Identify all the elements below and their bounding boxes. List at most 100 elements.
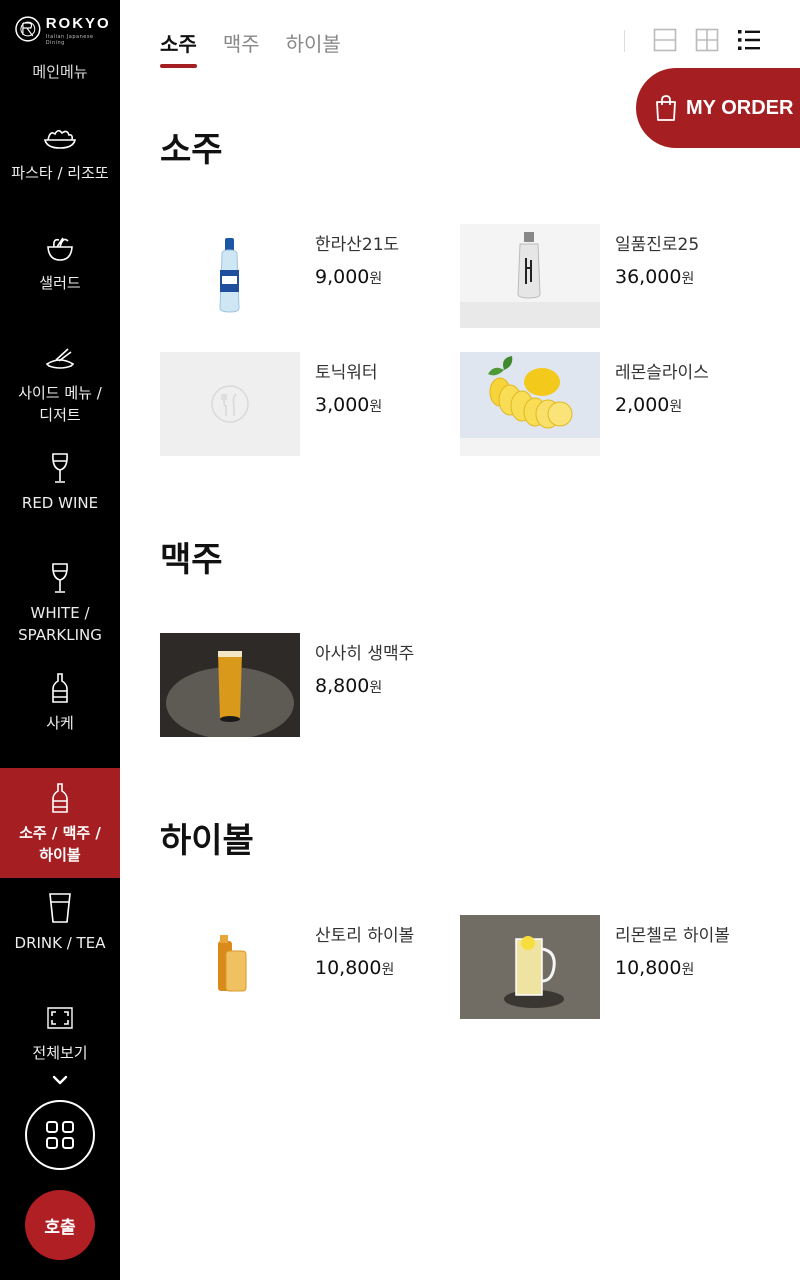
tab-soju[interactable]: 소주 bbox=[160, 28, 197, 68]
sidebar-item-white-sparkling[interactable]: WHITE / SPARKLING bbox=[0, 548, 120, 658]
sidebar-item-label: 전체보기 bbox=[32, 1044, 88, 1062]
menu-item-tonic-water[interactable]: 토닉워터 3,000원 bbox=[160, 352, 460, 456]
item-name: 토닉워터 bbox=[315, 363, 378, 383]
price-value: 3,000 bbox=[315, 394, 370, 416]
menu-item-lemon-slice[interactable]: 레몬슬라이스 2,000원 bbox=[460, 352, 760, 456]
soju-bottle-icon bbox=[42, 780, 78, 816]
soju-bottle-photo bbox=[219, 238, 240, 313]
price-value: 36,000 bbox=[615, 266, 682, 288]
item-name: 산토리 하이볼 bbox=[315, 926, 415, 946]
price-unit: 원 bbox=[369, 271, 383, 287]
menu-item-asahi-draft[interactable]: 아사히 생맥주 8,800원 bbox=[160, 633, 460, 737]
section-title: 소주 bbox=[160, 130, 223, 170]
sidebar-item-salad[interactable]: 샐러드 bbox=[0, 218, 120, 328]
price-unit: 원 bbox=[681, 271, 695, 287]
item-photo bbox=[160, 633, 300, 737]
grid-icon bbox=[46, 1121, 74, 1149]
beer-glass-photo bbox=[160, 633, 300, 737]
price-unit: 원 bbox=[369, 399, 383, 415]
sidebar-item-label: 사케 bbox=[46, 714, 74, 732]
sidebar: ROKYO Italian Japanese Dining 메인메뉴 파스타 /… bbox=[0, 0, 120, 1280]
cup-icon bbox=[42, 890, 78, 926]
category-tabs: 소주 맥주 하이볼 bbox=[160, 28, 341, 68]
sidebar-item-sake[interactable]: 사케 bbox=[0, 658, 120, 768]
item-photo bbox=[460, 352, 600, 456]
sidebar-item-label: 파스타 / 리조또 bbox=[11, 164, 109, 182]
price-value: 10,800 bbox=[615, 957, 682, 979]
single-column-view-icon[interactable] bbox=[653, 28, 677, 52]
brand-name: ROKYO bbox=[45, 14, 111, 32]
price-unit: 원 bbox=[681, 962, 695, 978]
price-unit: 원 bbox=[381, 962, 395, 978]
sidebar-item-label: 메인메뉴 bbox=[32, 63, 88, 81]
section-highball: 하이볼 산토리 하이볼 10,800원 리몬첼로 하이볼 10,800원 bbox=[160, 816, 780, 1019]
item-price: 9,000원 bbox=[315, 266, 399, 288]
wine-glass-icon bbox=[42, 450, 78, 486]
section-title: 하이볼 bbox=[160, 821, 254, 861]
tab-highball[interactable]: 하이볼 bbox=[286, 28, 341, 68]
sidebar-item-side[interactable]: 사이드 메뉴 / 디저트 bbox=[0, 328, 120, 438]
sake-bottle-icon bbox=[42, 670, 78, 706]
my-order-label: MY ORDER bbox=[686, 96, 794, 119]
sidebar-item-label: 샐러드 bbox=[39, 274, 81, 292]
item-price: 2,000원 bbox=[615, 394, 709, 416]
item-photo bbox=[160, 352, 300, 456]
chevron-down-icon[interactable] bbox=[48, 1068, 72, 1092]
section-soju: 소주 한라산21도 9,000원 일품진로25 36,000원 토닉워터 3,0… bbox=[160, 125, 780, 456]
sidebar-item-label: DRINK / TEA bbox=[14, 934, 106, 952]
item-price: 10,800원 bbox=[615, 957, 730, 979]
call-staff-button[interactable]: 호출 bbox=[25, 1190, 95, 1260]
menu-item-limoncello-highball[interactable]: 리몬첼로 하이볼 10,800원 bbox=[460, 915, 760, 1019]
placeholder-dish-icon bbox=[211, 385, 249, 423]
item-name: 레몬슬라이스 bbox=[615, 363, 709, 383]
sidebar-nav: 파스타 / 리조또 샐러드 사이드 메뉴 / 디저트 RED WINE WHIT… bbox=[0, 108, 120, 1098]
highball-mug-photo bbox=[460, 915, 600, 1019]
grid-view-icon[interactable] bbox=[695, 28, 719, 52]
sidebar-item-label: 소주 / 맥주 / 하이볼 bbox=[19, 824, 101, 864]
sidebar-item-soju-beer-highball[interactable]: 소주 / 맥주 / 하이볼 bbox=[0, 768, 120, 878]
list-view-icon[interactable] bbox=[737, 28, 761, 52]
item-photo bbox=[460, 915, 600, 1019]
sidebar-item-red-wine[interactable]: RED WINE bbox=[0, 438, 120, 548]
item-name: 일품진로25 bbox=[615, 235, 700, 255]
tab-beer[interactable]: 맥주 bbox=[223, 28, 260, 68]
item-name: 아사히 생맥주 bbox=[315, 644, 415, 664]
item-price: 10,800원 bbox=[315, 957, 414, 979]
pasta-bowl-icon bbox=[42, 120, 78, 156]
logo-mark-icon bbox=[15, 16, 41, 42]
wine-glass-icon bbox=[42, 560, 78, 596]
sidebar-item-label: RED WINE bbox=[21, 494, 99, 512]
salad-bowl-icon bbox=[42, 230, 78, 266]
sidebar-item-label: 사이드 메뉴 / 디저트 bbox=[18, 384, 102, 424]
sidebar-item-drink-tea[interactable]: DRINK / TEA bbox=[0, 878, 120, 988]
item-photo bbox=[160, 915, 300, 1019]
sidebar-item-pasta[interactable]: 파스타 / 리조또 bbox=[0, 108, 120, 218]
sidebar-item-main-menu[interactable]: 메인메뉴 bbox=[0, 58, 120, 82]
price-value: 8,800 bbox=[315, 675, 370, 697]
price-value: 9,000 bbox=[315, 266, 370, 288]
item-price: 8,800원 bbox=[315, 675, 414, 697]
item-price: 36,000원 bbox=[615, 266, 699, 288]
view-divider bbox=[624, 30, 625, 52]
brand-logo: ROKYO Italian Japanese Dining bbox=[14, 12, 114, 46]
menu-item-ilpum-jinro[interactable]: 일품진로25 36,000원 bbox=[460, 224, 760, 328]
brand-tagline: Italian Japanese Dining bbox=[45, 33, 94, 46]
expand-icon bbox=[42, 1000, 78, 1036]
suntory-can-photo bbox=[218, 935, 247, 992]
jinro-bottle-photo bbox=[460, 224, 600, 328]
side-dish-icon bbox=[42, 340, 78, 376]
price-value: 2,000 bbox=[615, 394, 670, 416]
sidebar-item-label: WHITE / SPARKLING bbox=[18, 604, 102, 644]
category-grid-button[interactable] bbox=[25, 1100, 95, 1170]
item-name: 한라산21도 bbox=[315, 235, 400, 255]
lemon-photo bbox=[460, 356, 600, 456]
section-beer: 맥주 아사히 생맥주 8,800원 bbox=[160, 535, 780, 737]
menu-item-suntory-highball[interactable]: 산토리 하이볼 10,800원 bbox=[160, 915, 460, 1019]
item-price: 3,000원 bbox=[315, 394, 382, 416]
price-unit: 원 bbox=[669, 399, 683, 415]
shopping-bag-icon bbox=[656, 95, 676, 121]
item-name: 리몬첼로 하이볼 bbox=[615, 926, 730, 946]
section-title: 맥주 bbox=[160, 540, 223, 580]
menu-item-hallasan[interactable]: 한라산21도 9,000원 bbox=[160, 224, 460, 328]
price-value: 10,800 bbox=[315, 957, 382, 979]
